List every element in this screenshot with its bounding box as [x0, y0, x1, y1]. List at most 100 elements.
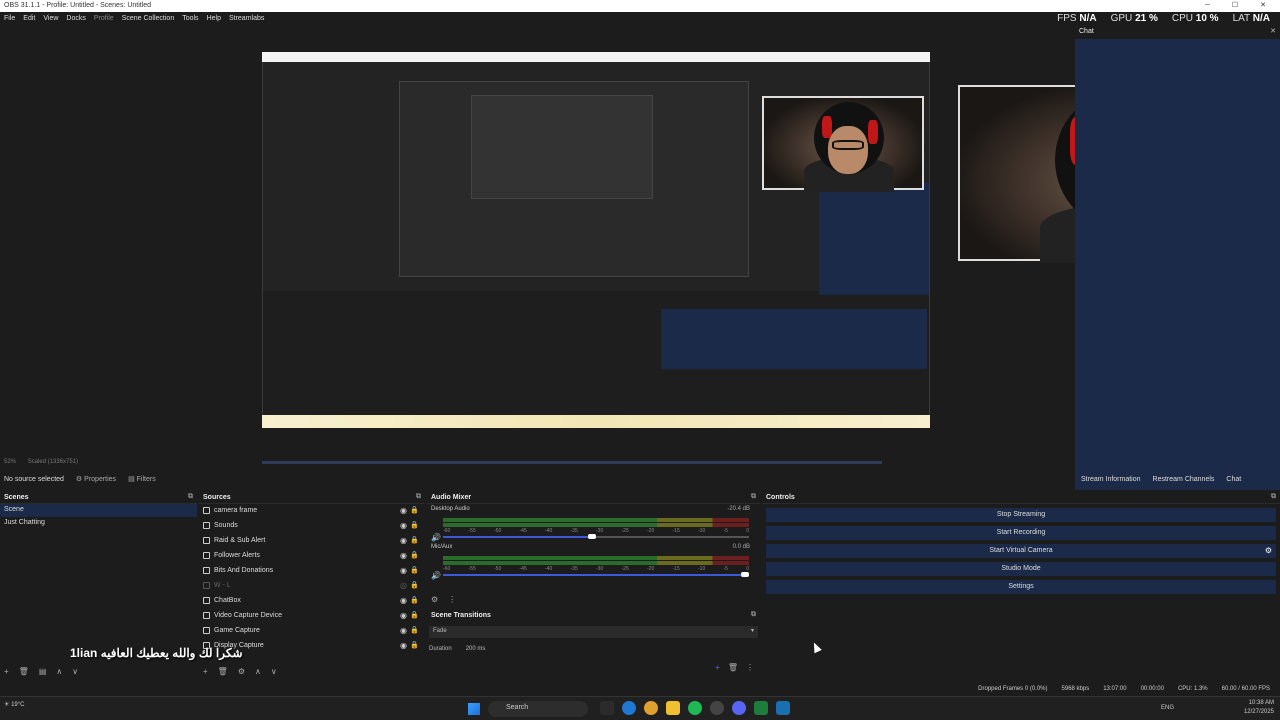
zoom-level[interactable]: 52%: [4, 459, 16, 465]
start-virtual-camera-button[interactable]: Start Virtual Camera ⚙: [766, 544, 1276, 558]
eye-icon[interactable]: ◉: [400, 596, 407, 605]
preview-scrollbar[interactable]: [262, 461, 882, 464]
chat-dock-header: Chat ✕: [1075, 25, 1280, 39]
volume-knob[interactable]: [741, 572, 749, 577]
popout-icon[interactable]: ⧉: [751, 493, 756, 501]
add-icon[interactable]: +: [203, 667, 208, 676]
menu-streamlabs[interactable]: Streamlabs: [229, 15, 264, 22]
duration-input[interactable]: 200 ms: [466, 646, 486, 652]
obs-icon[interactable]: [710, 701, 724, 715]
lock-icon[interactable]: 🔒: [410, 521, 419, 529]
filters-button[interactable]: ▤ Filters: [128, 475, 156, 483]
eye-icon[interactable]: ◉: [400, 566, 407, 575]
lock-icon[interactable]: 🔒: [410, 566, 419, 574]
move-up-icon[interactable]: ∧: [56, 667, 62, 676]
popout-icon[interactable]: ⧉: [751, 611, 756, 619]
tab-stream-information[interactable]: Stream Information: [1075, 474, 1147, 488]
window-controls[interactable]: ─ ☐ ✕: [1205, 0, 1276, 12]
lock-icon[interactable]: 🔒: [410, 626, 419, 634]
eye-icon[interactable]: ◉: [400, 611, 407, 620]
start-recording-button[interactable]: Start Recording: [766, 526, 1276, 540]
menu-edit[interactable]: Edit: [23, 15, 35, 22]
speaker-icon[interactable]: 🔊: [431, 533, 441, 542]
source-item[interactable]: Bits And Donations ◉ 🔒: [199, 564, 425, 579]
source-item[interactable]: ChatBox ◉ 🔒: [199, 594, 425, 609]
scene-item[interactable]: Just Chatting: [0, 517, 197, 530]
search-box[interactable]: Search: [488, 701, 588, 717]
menu-docks[interactable]: Docks: [66, 15, 85, 22]
eye-icon[interactable]: ◉: [400, 626, 407, 635]
move-up-icon[interactable]: ∧: [255, 667, 261, 676]
more-icon[interactable]: ⋮: [746, 663, 754, 672]
remove-icon[interactable]: 🗑: [728, 663, 738, 672]
transition-select[interactable]: Fade ▾: [429, 626, 758, 638]
lock-icon[interactable]: 🔒: [410, 611, 419, 619]
eye-hidden-icon[interactable]: ◎: [400, 581, 407, 590]
source-item[interactable]: Follower Alerts ◉ 🔒: [199, 549, 425, 564]
source-item[interactable]: Raid & Sub Alert ◉ 🔒: [199, 534, 425, 549]
menu-profile[interactable]: Profile: [94, 15, 114, 22]
excel-icon[interactable]: [754, 701, 768, 715]
eye-icon[interactable]: ◉: [400, 536, 407, 545]
menu-tools[interactable]: Tools: [182, 15, 198, 22]
spotify-icon[interactable]: [688, 701, 702, 715]
tab-chat[interactable]: Chat: [1220, 474, 1248, 488]
steam-icon[interactable]: [776, 701, 790, 715]
lock-icon[interactable]: 🔒: [410, 596, 419, 604]
start-icon[interactable]: [468, 703, 480, 715]
chrome-icon[interactable]: [644, 701, 658, 715]
menu-file[interactable]: File: [4, 15, 15, 22]
system-clock[interactable]: 10:38 AM 12/27/2025: [1244, 699, 1274, 717]
scene-item[interactable]: Scene: [0, 504, 197, 517]
menu-scene-collection[interactable]: Scene Collection: [122, 15, 175, 22]
lock-icon[interactable]: 🔒: [410, 581, 419, 589]
properties-button[interactable]: ⚙ Properties: [76, 475, 116, 483]
volume-slider[interactable]: [443, 534, 749, 539]
task-view-icon[interactable]: [600, 701, 614, 715]
menu-view[interactable]: View: [43, 15, 58, 22]
chat-dock[interactable]: Chat ✕: [1075, 25, 1280, 490]
source-item[interactable]: W - L ◎ 🔒: [199, 579, 425, 594]
remove-icon[interactable]: 🗑: [218, 667, 228, 676]
eye-icon[interactable]: ◉: [400, 551, 407, 560]
lock-icon[interactable]: 🔒: [410, 536, 419, 544]
stop-streaming-button[interactable]: Stop Streaming: [766, 508, 1276, 522]
add-icon[interactable]: +: [715, 663, 720, 672]
source-item[interactable]: Game Capture ◉ 🔒: [199, 624, 425, 639]
add-icon[interactable]: +: [4, 667, 9, 676]
move-down-icon[interactable]: ∨: [72, 667, 78, 676]
volume-slider[interactable]: [443, 572, 749, 577]
lock-icon[interactable]: 🔒: [410, 551, 419, 559]
tab-restream-channels[interactable]: Restream Channels: [1147, 474, 1221, 488]
menu-help[interactable]: Help: [207, 15, 221, 22]
source-item[interactable]: Sounds ◉ 🔒: [199, 519, 425, 534]
lock-icon[interactable]: 🔒: [410, 641, 419, 649]
lock-icon[interactable]: 🔒: [410, 506, 419, 514]
popout-icon[interactable]: ⧉: [188, 493, 193, 501]
gear-icon[interactable]: ⚙: [431, 595, 438, 604]
filter-icon[interactable]: ▤: [39, 667, 47, 676]
remove-icon[interactable]: 🗑: [19, 667, 29, 676]
studio-mode-button[interactable]: Studio Mode: [766, 562, 1276, 576]
speaker-icon[interactable]: 🔊: [431, 571, 441, 580]
volume-knob[interactable]: [588, 534, 596, 539]
folder-icon[interactable]: [666, 701, 680, 715]
edge-icon[interactable]: [622, 701, 636, 715]
move-down-icon[interactable]: ∨: [271, 667, 277, 676]
source-item[interactable]: Video Capture Device ◉ 🔒: [199, 609, 425, 624]
gear-icon[interactable]: ⚙: [1265, 544, 1272, 558]
popout-icon[interactable]: ⧉: [1271, 493, 1276, 501]
eye-icon[interactable]: ◉: [400, 506, 407, 515]
source-item[interactable]: camera frame ◉ 🔒: [199, 504, 425, 519]
weather-widget[interactable]: ☀ 19°C: [4, 701, 24, 708]
eye-icon[interactable]: ◉: [400, 641, 407, 650]
settings-button[interactable]: Settings: [766, 580, 1276, 594]
popout-icon[interactable]: ⧉: [416, 493, 421, 501]
tick-label: -50: [494, 566, 502, 572]
language-indicator[interactable]: ENG: [1161, 705, 1174, 711]
discord-icon[interactable]: [732, 701, 746, 715]
more-icon[interactable]: ⋮: [448, 595, 456, 604]
gear-icon[interactable]: ⚙: [238, 667, 245, 676]
eye-icon[interactable]: ◉: [400, 521, 407, 530]
close-icon[interactable]: ✕: [1270, 27, 1276, 35]
